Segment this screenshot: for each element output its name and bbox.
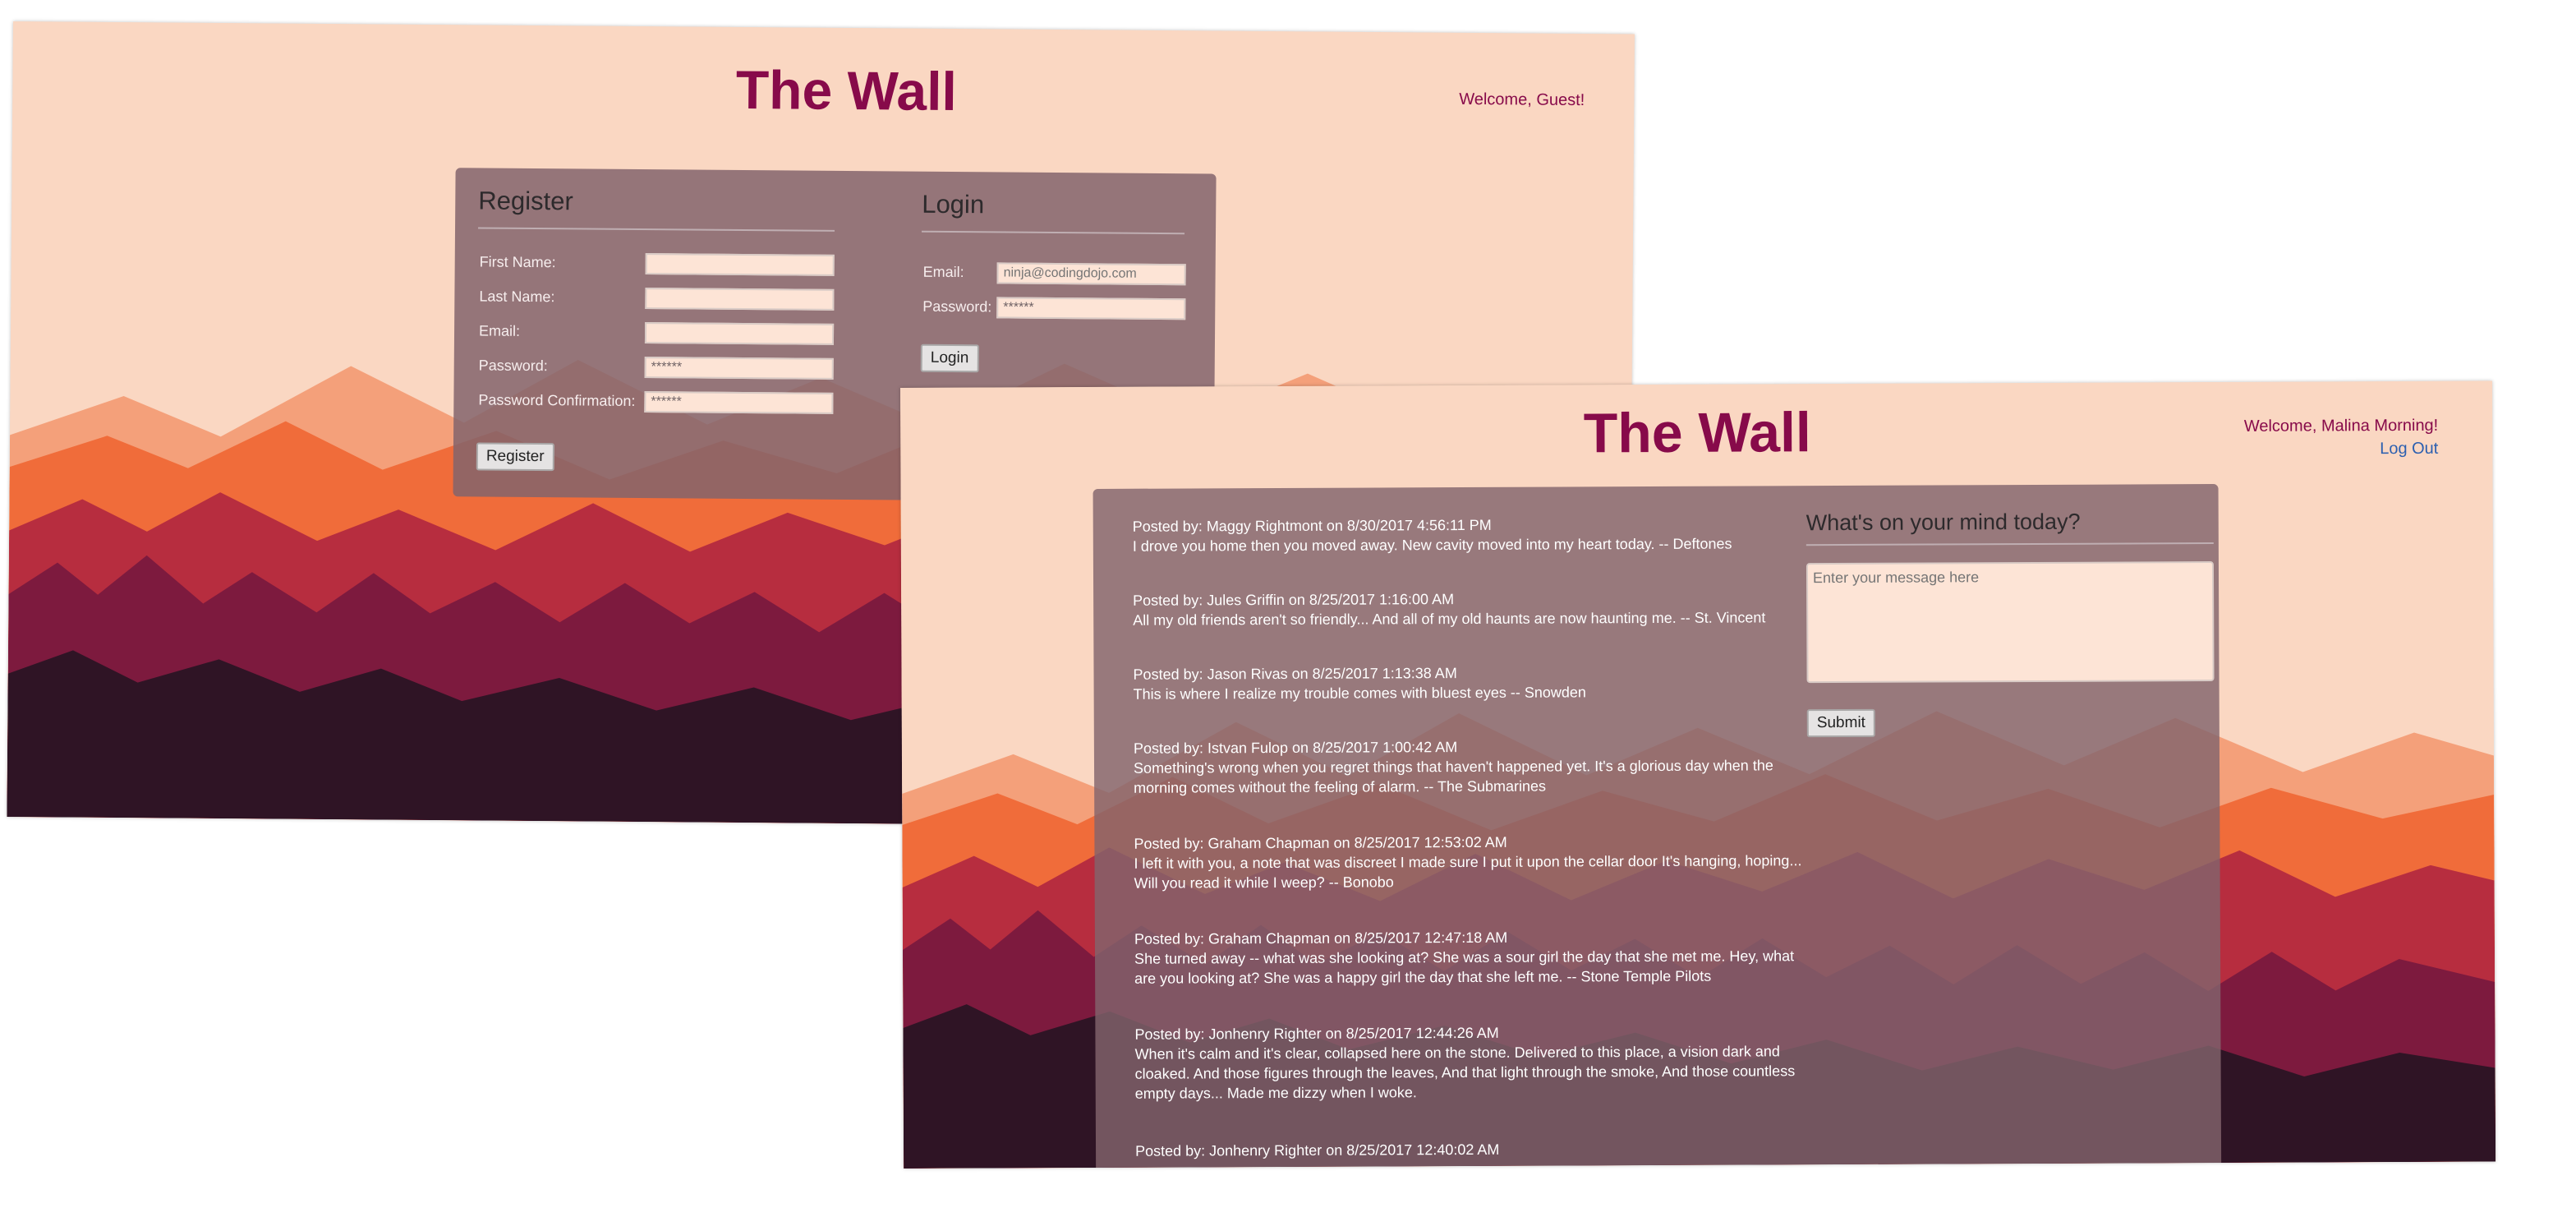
post-text: All my old friends aren't so friendly...… [1133,609,1766,629]
post-meta: Posted by: Jules Griffin on 8/25/2017 1:… [1133,591,1455,609]
post-item: Posted by: Graham Chapman on 8/25/2017 1… [1134,926,1808,989]
post-meta: Posted by: Istvan Fulop on 8/25/2017 1:0… [1133,739,1458,757]
register-email-label: Email: [478,322,521,339]
post-meta: Posted by: Jason Rivas on 8/25/2017 1:13… [1133,665,1457,683]
post-item: Posted by: Istvan Fulop on 8/25/2017 1:0… [1134,735,1807,798]
post-text: I drove you home then you moved away. Ne… [1132,535,1732,555]
post-meta: Posted by: Jonhenry Righter on 8/25/2017… [1135,1141,1500,1159]
user-menu: Welcome, Malina Morning! Log Out [2244,414,2439,461]
login-email-label: Email: [922,263,964,281]
register-password-field[interactable] [644,357,834,380]
login-password-field[interactable] [996,297,1186,320]
password-confirmation-field[interactable] [644,391,834,414]
login-email-field[interactable] [996,262,1186,286]
login-heading: Login [922,189,1185,235]
last-name-label: Last Name: [479,288,555,306]
logout-link[interactable]: Log Out [2244,437,2439,461]
login-password-label: Password: [922,297,992,316]
post-meta: Posted by: Graham Chapman on 8/25/2017 1… [1134,833,1507,852]
post-text: She turned away -- what was she looking … [1134,947,1795,987]
post-text: When it's calm and it's clear, collapsed… [1134,1043,1796,1102]
post-meta: Posted by: Jonhenry Righter on 8/25/2017… [1134,1024,1499,1043]
post-item: Posted by: Graham Chapman on 8/25/2017 1… [1134,831,1807,893]
message-input[interactable] [1806,561,2215,684]
first-name-label: First Name: [479,253,556,271]
post-text: This is where I realize my trouble comes… [1133,684,1586,703]
welcome-message: Welcome, Malina Morning! [2243,416,2439,436]
post-item: Posted by: Jason Rivas on 8/25/2017 1:13… [1133,662,1806,704]
last-name-field[interactable] [645,288,835,311]
page-title: The Wall [735,58,958,122]
first-name-field[interactable] [645,253,835,276]
password-confirmation-label: Password Confirmation: [478,391,636,409]
submit-button[interactable]: Submit [1806,708,1876,738]
register-button[interactable]: Register [476,442,554,472]
post-meta: Posted by: Graham Chapman on 8/25/2017 1… [1134,929,1508,947]
register-password-label: Password: [478,357,548,375]
post-meta: Posted by: Maggy Rightmont on 8/30/2017 … [1132,516,1492,535]
post-item: Posted by: Maggy Rightmont on 8/30/2017 … [1133,514,1806,556]
register-email-field[interactable] [644,322,835,345]
wall-panel: Posted by: Maggy Rightmont on 8/30/2017 … [1092,484,2222,1169]
login-button[interactable]: Login [920,343,979,373]
welcome-message: Welcome, Guest! [1459,90,1585,110]
post-text: Something's wrong when you regret things… [1133,757,1773,796]
wall-page-window: The Wall Welcome, Malina Morning! Log Ou… [900,380,2496,1169]
post-item: Posted by: Jules Griffin on 8/25/2017 1:… [1133,588,1806,630]
post-item: Posted by: Jonhenry Righter on 8/25/2017… [1134,1021,1808,1104]
composer-heading: What's on your mind today? [1806,509,2214,546]
post-text: I left it with you, a note that was disc… [1134,852,1802,892]
post-item: Posted by: Jonhenry Righter on 8/25/2017… [1135,1138,1809,1161]
register-heading: Register [478,186,835,232]
